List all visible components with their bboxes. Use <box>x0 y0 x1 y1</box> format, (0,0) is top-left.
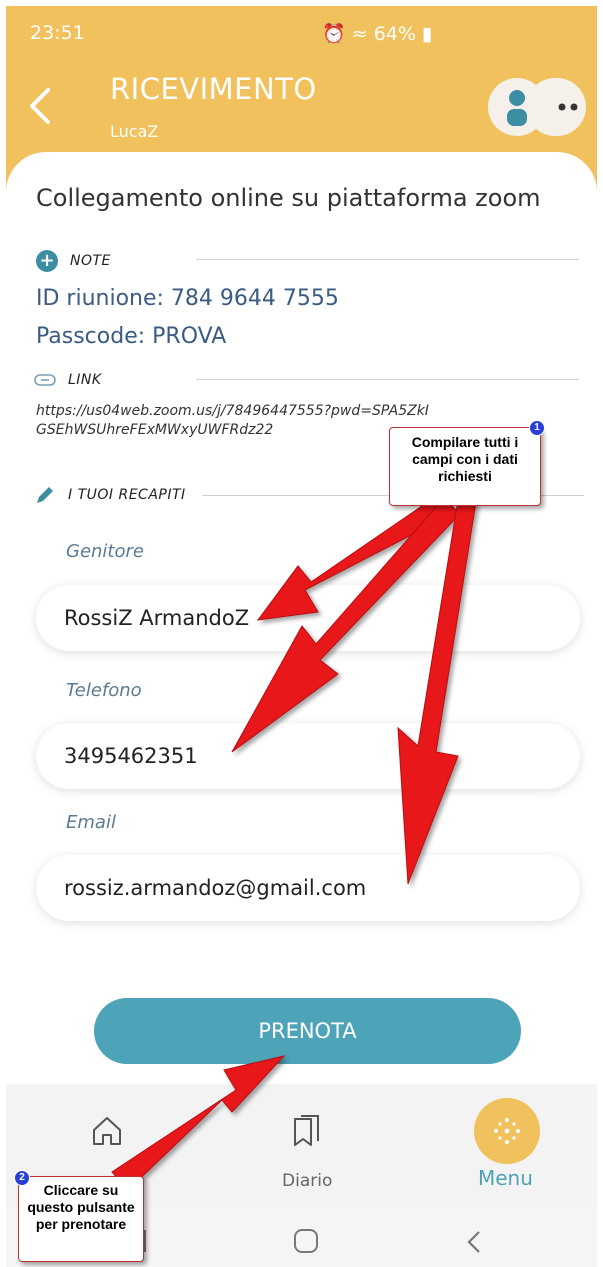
telefono-label: Telefono <box>66 680 142 701</box>
meeting-description: Collegamento online su piattaforma zoom <box>36 184 541 212</box>
contacts-label: I TUOI RECAPITI <box>68 487 186 503</box>
nav-menu-label[interactable]: Menu <box>478 1166 533 1190</box>
contacts-section-header: I TUOI RECAPITI <box>34 484 186 506</box>
status-time: 23:51 <box>30 22 85 44</box>
meeting-id: ID riunione: 784 9644 7555 <box>36 286 339 311</box>
telefono-field[interactable]: 3495462351 <box>36 723 580 789</box>
zoom-link[interactable]: https://us04web.zoom.us/j/78496447555?pw… <box>36 402 436 440</box>
callout-1-badge: 1 <box>529 420 545 436</box>
callout-2-badge: 2 <box>14 1170 30 1186</box>
bookmarks-icon[interactable] <box>292 1114 322 1148</box>
user-name: LucaZ <box>110 122 159 141</box>
avatar[interactable] <box>488 78 546 136</box>
link-label: LINK <box>68 372 102 388</box>
home-icon[interactable] <box>90 1114 124 1148</box>
genitore-field[interactable]: RossiZ ArmandoZ <box>36 585 580 651</box>
page-title: RICEVIMENTO <box>110 72 317 106</box>
email-label: Email <box>66 812 116 833</box>
callout-click-button-text: Cliccare su questo pulsante per prenotar… <box>27 1182 135 1232</box>
callout-fill-fields-text: Compilare tutti i campi con i dati richi… <box>411 434 519 484</box>
meeting-passcode: Passcode: PROVA <box>36 324 227 349</box>
divider <box>202 495 392 496</box>
menu-button[interactable] <box>474 1098 540 1164</box>
battery-icon: ▮ <box>421 23 433 45</box>
grid-dots-icon <box>494 1118 520 1144</box>
divider <box>196 259 579 260</box>
plus-circle-icon: + <box>36 250 58 272</box>
link-section-header: LINK <box>34 372 102 388</box>
note-section-header: + NOTE <box>36 250 111 272</box>
callout-click-button: Cliccare su questo pulsante per prenotar… <box>18 1176 144 1262</box>
callout-fill-fields: Compilare tutti i campi con i dati richi… <box>389 427 541 506</box>
battery-text: 64% <box>373 23 416 45</box>
user-icon <box>507 90 527 126</box>
arrow-to-email <box>397 499 477 885</box>
prenota-button[interactable]: PRENOTA <box>94 998 521 1064</box>
home-system-icon[interactable] <box>294 1229 318 1253</box>
nav-diario-label[interactable]: Diario <box>282 1171 332 1191</box>
email-field[interactable]: rossiz.armandoz@gmail.com <box>36 855 580 921</box>
back-arrow-icon[interactable] <box>28 86 52 126</box>
note-label: NOTE <box>70 253 111 269</box>
wifi-icon: ≈ <box>351 23 368 45</box>
divider <box>540 495 584 496</box>
divider <box>196 379 579 380</box>
genitore-label: Genitore <box>66 541 144 562</box>
status-icons: ⏰ ≈ 64% ▮ <box>322 22 432 45</box>
back-system-icon[interactable] <box>466 1229 482 1255</box>
link-icon <box>34 374 56 386</box>
pencil-icon <box>37 487 53 503</box>
profile-switcher[interactable] <box>488 78 588 136</box>
alarm-icon: ⏰ <box>322 23 346 45</box>
